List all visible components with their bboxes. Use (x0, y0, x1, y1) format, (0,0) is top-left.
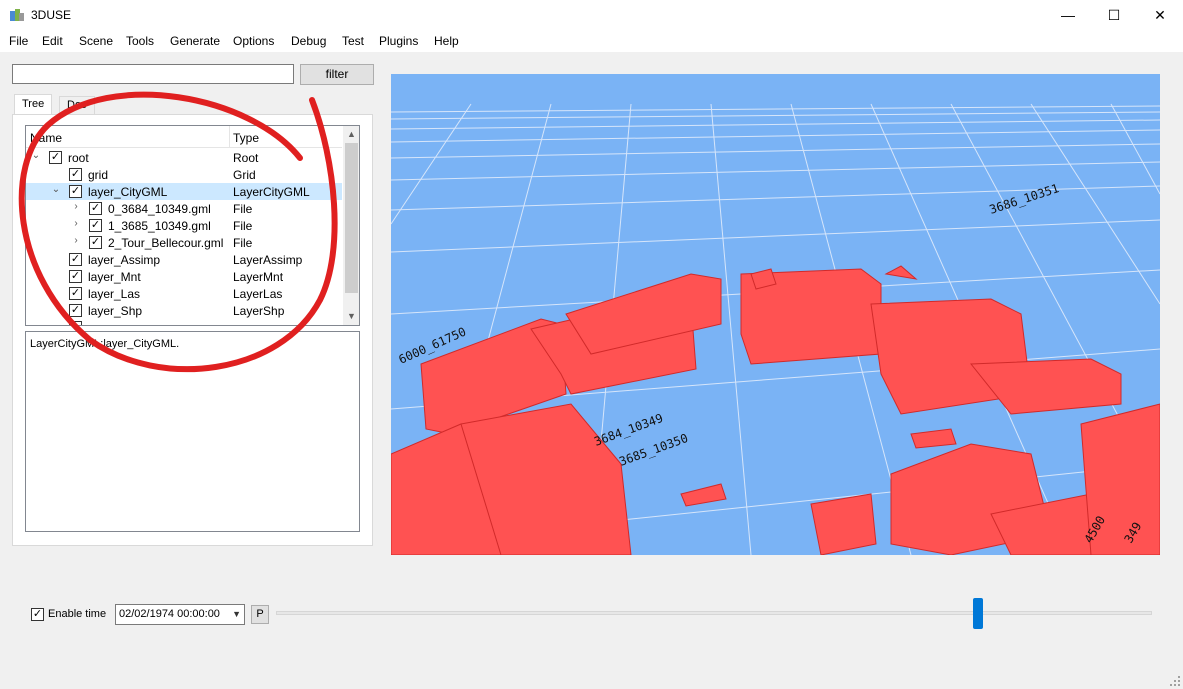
tree-row-file[interactable]: › ✓ 0_3684_10349.gml File (26, 200, 342, 217)
tree-row-type: Root (233, 151, 259, 165)
tree-row-name: layer_Mnt (88, 270, 141, 284)
checkbox[interactable]: ✓ (69, 185, 82, 198)
enable-time-label: Enable time (48, 608, 107, 620)
close-button[interactable]: ✕ (1137, 0, 1183, 30)
minimize-button[interactable]: — (1045, 0, 1091, 30)
tree-scrollbar[interactable]: ▲ ▼ (343, 126, 359, 325)
scrollbar-thumb[interactable] (345, 143, 358, 293)
checkbox[interactable]: ✓ (69, 270, 82, 283)
tree-row-layer-shp[interactable]: ✓ layer_Shp LayerShp (26, 302, 342, 319)
scene-tree[interactable]: Name Type ⌄ ✓ root Root ✓ grid Grid ⌄ ✓ … (25, 125, 360, 326)
chevron-right-icon[interactable]: › (70, 218, 82, 229)
chevron-right-icon[interactable]: › (70, 201, 82, 212)
tree-row-type: File (233, 219, 253, 233)
menu-debug[interactable]: Debug (291, 34, 326, 48)
close-icon: ✕ (1154, 6, 1166, 23)
tab-doc[interactable]: Doc (59, 96, 95, 115)
menu-tools[interactable]: Tools (126, 34, 154, 48)
tree-row-name: 2_Tour_Bellecour.gml (108, 236, 224, 250)
ground-label: 3686_10351 (988, 181, 1061, 217)
checkbox[interactable] (69, 321, 82, 325)
tree-row-layer-citygml[interactable]: ⌄ ✓ layer_CityGML LayerCityGML (26, 183, 342, 200)
column-header-name[interactable]: Name (30, 131, 62, 145)
title-bar: 3DUSE — ☐ ✕ (0, 0, 1183, 30)
tree-row-type: LayerMnt (233, 270, 284, 284)
menu-bar: File Edit Scene Tools Generate Options D… (0, 30, 1183, 52)
tree-row-partial (26, 319, 342, 325)
time-slider-thumb[interactable] (973, 598, 983, 629)
tree-row-type: LayerAssimp (233, 253, 303, 267)
scroll-up-icon[interactable]: ▲ (343, 126, 359, 143)
datetime-value: 02/02/1974 00:00:00 (119, 608, 220, 620)
menu-plugins[interactable]: Plugins (379, 34, 418, 48)
column-header-type[interactable]: Type (233, 131, 259, 145)
checkbox[interactable]: ✓ (89, 219, 102, 232)
chevron-down-icon[interactable]: ⌄ (50, 184, 62, 195)
app-logo-icon (10, 9, 24, 21)
tree-row-grid[interactable]: ✓ grid Grid (26, 166, 342, 183)
tree-row-name: layer_Shp (88, 304, 143, 318)
tree-header: Name Type (26, 126, 342, 148)
info-text: LayerCityGML:layer_CityGML. (30, 338, 180, 350)
tree-row-type: File (233, 236, 253, 250)
tree-row-root[interactable]: ⌄ ✓ root Root (26, 149, 342, 166)
checkbox[interactable]: ✓ (69, 168, 82, 181)
resize-grip-icon[interactable] (1170, 676, 1181, 687)
tree-row-name: layer_CityGML (88, 185, 168, 199)
tree-row-name: 1_3685_10349.gml (108, 219, 211, 233)
minimize-icon: — (1061, 7, 1075, 23)
chevron-right-icon[interactable]: › (70, 235, 82, 246)
menu-edit[interactable]: Edit (42, 34, 63, 48)
menu-test[interactable]: Test (342, 34, 364, 48)
tree-row-name: layer_Assimp (88, 253, 161, 267)
checkbox[interactable]: ✓ (69, 287, 82, 300)
3d-viewport[interactable]: 3684_10349 3685_10350 6000_61750 3686_10… (391, 74, 1160, 555)
menu-options[interactable]: Options (233, 34, 274, 48)
window-title: 3DUSE (31, 8, 72, 22)
tree-row-type: File (233, 202, 253, 216)
checkbox[interactable]: ✓ (69, 253, 82, 266)
checkbox[interactable]: ✓ (69, 304, 82, 317)
tab-tree[interactable]: Tree (14, 94, 53, 114)
menu-file[interactable]: File (9, 34, 28, 48)
tree-row-layer-las[interactable]: ✓ layer_Las LayerLas (26, 285, 342, 302)
maximize-button[interactable]: ☐ (1091, 0, 1137, 30)
enable-time-checkbox[interactable]: ✓ (31, 608, 44, 621)
checkbox[interactable]: ✓ (49, 151, 62, 164)
filter-button[interactable]: filter (300, 64, 374, 85)
tree-row-name: 0_3684_10349.gml (108, 202, 211, 216)
tree-row-file[interactable]: › ✓ 2_Tour_Bellecour.gml File (26, 234, 342, 251)
tree-row-type: LayerCityGML (233, 185, 310, 199)
tree-row-type: LayerLas (233, 287, 283, 301)
city-scene: 3684_10349 3685_10350 6000_61750 3686_10… (391, 103, 1160, 555)
scroll-down-icon[interactable]: ▼ (343, 308, 359, 325)
tree-row-name: grid (88, 168, 109, 182)
p-button[interactable]: P (251, 605, 269, 624)
time-slider-track[interactable] (276, 611, 1152, 615)
tree-row-layer-assimp[interactable]: ✓ layer_Assimp LayerAssimp (26, 251, 342, 268)
tree-row-type: Grid (233, 168, 256, 182)
info-box[interactable]: LayerCityGML:layer_CityGML. (25, 331, 360, 532)
menu-scene[interactable]: Scene (79, 34, 113, 48)
checkbox[interactable]: ✓ (89, 202, 102, 215)
column-divider (229, 126, 230, 148)
chevron-down-icon[interactable]: ⌄ (30, 150, 42, 161)
menu-generate[interactable]: Generate (170, 34, 220, 48)
tree-row-layer-mnt[interactable]: ✓ layer_Mnt LayerMnt (26, 268, 342, 285)
chevron-down-icon: ▼ (232, 609, 241, 619)
filter-input[interactable] (12, 64, 294, 84)
menu-help[interactable]: Help (434, 34, 459, 48)
checkbox[interactable]: ✓ (89, 236, 102, 249)
maximize-icon: ☐ (1107, 6, 1121, 23)
tree-row-name: root (68, 151, 89, 165)
datetime-select[interactable]: 02/02/1974 00:00:00 ▼ (115, 604, 245, 625)
tree-row-file[interactable]: › ✓ 1_3685_10349.gml File (26, 217, 342, 234)
tree-row-type: LayerShp (233, 304, 285, 318)
tree-row-name: layer_Las (88, 287, 141, 301)
